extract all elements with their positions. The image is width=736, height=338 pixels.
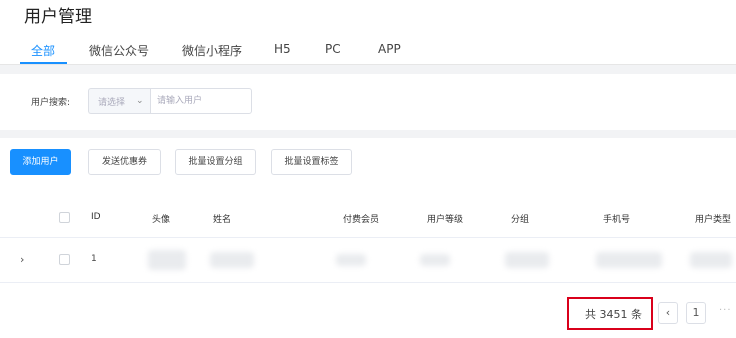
column-avatar: 头像 [152,215,171,225]
tab-app[interactable]: APP [378,42,401,56]
batch-group-button[interactable]: 批量设置分组 [175,149,256,175]
expand-icon[interactable]: › [20,253,24,266]
page-header: 用户管理 全部 微信公众号 微信小程序 H5 PC APP [0,0,736,65]
batch-tag-button[interactable]: 批量设置标签 [271,149,352,175]
search-type-select[interactable]: 请选择 ⌄ [88,88,150,114]
more-pages-icon[interactable]: ··· [719,305,732,316]
chevron-down-icon: ⌄ [136,96,144,106]
select-placeholder: 请选择 [98,98,126,108]
table-row[interactable]: › 1 [0,238,736,283]
user-level-redacted [420,254,450,266]
column-group: 分组 [511,215,530,225]
search-label: 用户搜索: [31,98,71,108]
pagination-total: 共 3451 条 [585,308,642,321]
add-user-button[interactable]: 添加用户 [10,149,71,175]
page-title: 用户管理 [24,7,92,27]
tab-all[interactable]: 全部 [31,42,55,59]
tab-h5[interactable]: H5 [274,42,291,56]
column-phone: 手机号 [603,215,631,225]
column-name: 姓名 [213,215,232,225]
search-panel: 用户搜索: 请选择 ⌄ [0,74,736,130]
paid-member-redacted [336,254,366,266]
group-redacted [505,252,549,268]
cell-id: 1 [91,254,97,264]
avatar-redacted [148,250,186,270]
tab-wechat-miniprogram[interactable]: 微信小程序 [182,42,242,59]
column-paid-member: 付费会员 [343,215,380,225]
search-input[interactable] [150,88,252,114]
column-id: ID [91,212,101,222]
active-tab-indicator [20,62,67,64]
table-header: ID 头像 姓名 付费会员 用户等级 分组 手机号 用户类型 [0,200,736,238]
tab-pc[interactable]: PC [325,42,341,56]
total-count-highlight: 共 3451 条 [567,297,653,330]
send-coupon-button[interactable]: 发送优惠券 [88,149,161,175]
name-redacted [210,252,254,268]
tab-wechat-official[interactable]: 微信公众号 [89,42,149,59]
user-type-redacted [690,252,732,268]
column-user-level: 用户等级 [427,215,464,225]
page-1-button[interactable]: 1 [686,302,706,324]
select-all-checkbox[interactable] [59,212,70,223]
phone-redacted [596,252,662,268]
prev-page-button[interactable]: ‹ [658,302,678,324]
column-user-type: 用户类型 [695,215,732,225]
row-checkbox[interactable] [59,254,70,265]
